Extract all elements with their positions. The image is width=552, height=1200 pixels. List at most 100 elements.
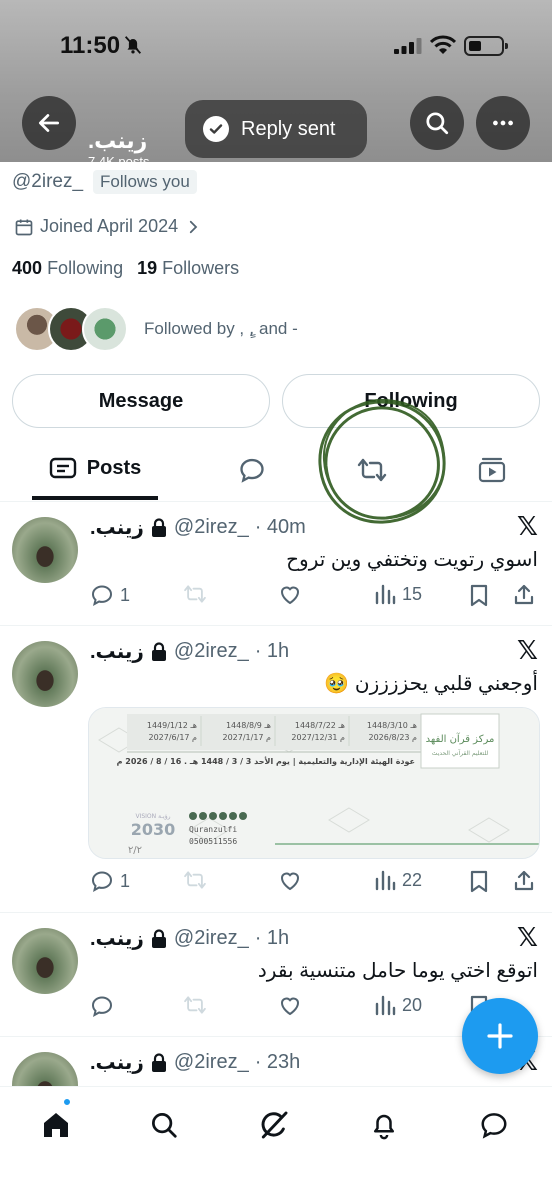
- nav-home[interactable]: [36, 1105, 76, 1145]
- date-hijri: 1448/3/10 هـ: [367, 721, 417, 730]
- repost-button-disabled: [182, 583, 208, 605]
- x-logo-icon: 𝕏: [517, 511, 538, 541]
- post-item[interactable]: زينب. @2irez_ · 40m 𝕏 اسوي رتويت وتختفي …: [0, 503, 552, 626]
- messages-icon: [481, 1113, 507, 1139]
- home-unread-dot: [62, 1097, 72, 1107]
- tab-reposts[interactable]: [342, 440, 402, 500]
- author-avatar[interactable]: [12, 1052, 78, 1086]
- post-item[interactable]: زينب. @2irez_ · 1h 𝕏 أوجعني قلبي يحززززن…: [0, 627, 552, 913]
- post-header: زينب. @2irez_ · 1h: [90, 639, 289, 664]
- post-time: · 1h: [254, 640, 290, 662]
- bell-muted-icon: [124, 36, 142, 54]
- views-count: 20: [402, 994, 423, 1015]
- joined-date-row[interactable]: Joined April 2024: [14, 216, 202, 237]
- home-icon: [44, 1113, 68, 1137]
- nav-notifications[interactable]: [364, 1105, 404, 1145]
- message-button[interactable]: Message: [12, 374, 270, 428]
- post-actions: 1 15: [90, 583, 540, 611]
- nav-search[interactable]: [144, 1105, 184, 1145]
- calendar-icon: [15, 219, 33, 235]
- reply-icon: [91, 996, 113, 1017]
- repost-icon: [184, 996, 206, 1014]
- x-logo-icon: 𝕏: [517, 635, 538, 665]
- share-button[interactable]: [512, 869, 536, 893]
- joined-date-text: Joined April 2024: [40, 216, 179, 236]
- reply-sent-toast: Reply sent: [185, 100, 367, 158]
- views-icon: [375, 870, 396, 891]
- author-avatar[interactable]: [12, 641, 78, 707]
- reply-button[interactable]: 1: [90, 583, 130, 607]
- nav-grok[interactable]: [254, 1105, 294, 1145]
- author-handle: @2irez_: [173, 516, 249, 538]
- header-posts-count: 7.4K posts: [88, 154, 150, 162]
- like-button[interactable]: [278, 583, 302, 607]
- repost-button-disabled: [182, 994, 208, 1016]
- compose-plus-icon: [487, 1023, 513, 1049]
- share-icon: [514, 870, 534, 891]
- grok-icon: [261, 1111, 288, 1139]
- followed-by-text: Followed by , ,ٍ and -: [144, 319, 298, 338]
- more-options-button[interactable]: [476, 96, 530, 150]
- following-count-link[interactable]: 400 Following: [12, 258, 123, 279]
- author-handle: @2irez_: [173, 640, 249, 662]
- reply-count: 1: [120, 870, 131, 891]
- followed-by-row[interactable]: Followed by , ,ٍ and -: [14, 306, 298, 352]
- posts-tab-icon: [49, 457, 76, 479]
- views-icon: [375, 584, 396, 605]
- post-header: زينب. @2irez_ · 1h: [90, 926, 289, 951]
- repost-button-disabled: [182, 869, 208, 891]
- views-button[interactable]: 22: [374, 869, 422, 891]
- author-avatar[interactable]: [12, 928, 78, 994]
- date-gregorian: 2027/12/31 م: [291, 733, 345, 742]
- back-arrow-icon: [38, 114, 60, 132]
- profile-tabs: Posts: [0, 440, 552, 502]
- bookmark-button[interactable]: [468, 583, 490, 607]
- image-page-number: ٢/٢: [128, 845, 142, 856]
- repost-tab-icon: [357, 458, 387, 482]
- share-icon: [514, 584, 534, 605]
- bookmark-button[interactable]: [468, 869, 490, 893]
- nav-messages[interactable]: [474, 1105, 514, 1145]
- views-icon: [375, 995, 396, 1016]
- return-line: عودة الهيئة الإدارية والتعليمية | يوم ال…: [117, 756, 415, 766]
- reply-tab-icon: [240, 458, 264, 483]
- date-hijri: 1448/7/22 هـ: [295, 721, 345, 730]
- views-count: 15: [402, 583, 423, 604]
- back-button[interactable]: [22, 96, 76, 150]
- tab-media[interactable]: [462, 440, 522, 500]
- image-handle: Quranzulfi: [189, 825, 237, 834]
- author-handle: @2irez_: [173, 1051, 249, 1073]
- following-count: 400: [12, 258, 43, 278]
- views-button[interactable]: 20: [374, 994, 422, 1016]
- compose-post-button[interactable]: [462, 998, 538, 1074]
- header-display-name: زينب.: [88, 128, 148, 153]
- post-time: · 23h: [254, 1051, 301, 1073]
- reply-icon: [91, 871, 113, 892]
- views-button[interactable]: 15: [374, 583, 422, 605]
- following-button[interactable]: Following: [282, 374, 540, 428]
- following-label: Following: [47, 258, 124, 278]
- like-button[interactable]: [278, 869, 302, 893]
- reply-button[interactable]: 1: [90, 869, 130, 893]
- followers-count-link[interactable]: 19 Followers: [137, 258, 239, 279]
- like-button[interactable]: [278, 994, 302, 1018]
- tab-replies[interactable]: [222, 440, 282, 500]
- views-count: 22: [402, 869, 423, 890]
- followers-label: Followers: [162, 258, 240, 278]
- wifi-icon: [430, 35, 456, 54]
- org-name: مركز قرآن الفهد: [426, 732, 495, 745]
- date-gregorian: 2027/6/17 م: [148, 733, 197, 742]
- image-phone: 0500511556: [189, 837, 237, 846]
- author-avatar[interactable]: [12, 517, 78, 583]
- search-icon: [426, 112, 449, 135]
- share-button[interactable]: [512, 583, 536, 607]
- lock-icon: [151, 1052, 166, 1072]
- post-image[interactable]: مركز قرآن الفهد للتعليم القرآني الحديث 1…: [88, 707, 540, 859]
- search-profile-button[interactable]: [410, 96, 464, 150]
- follower-avatar: [82, 306, 128, 352]
- x-logo-icon: 𝕏: [517, 922, 538, 952]
- vision-label: VISION رؤيـة: [135, 813, 170, 820]
- tab-posts[interactable]: Posts: [32, 440, 158, 500]
- reply-button[interactable]: [90, 994, 114, 1018]
- lock-icon: [151, 517, 166, 537]
